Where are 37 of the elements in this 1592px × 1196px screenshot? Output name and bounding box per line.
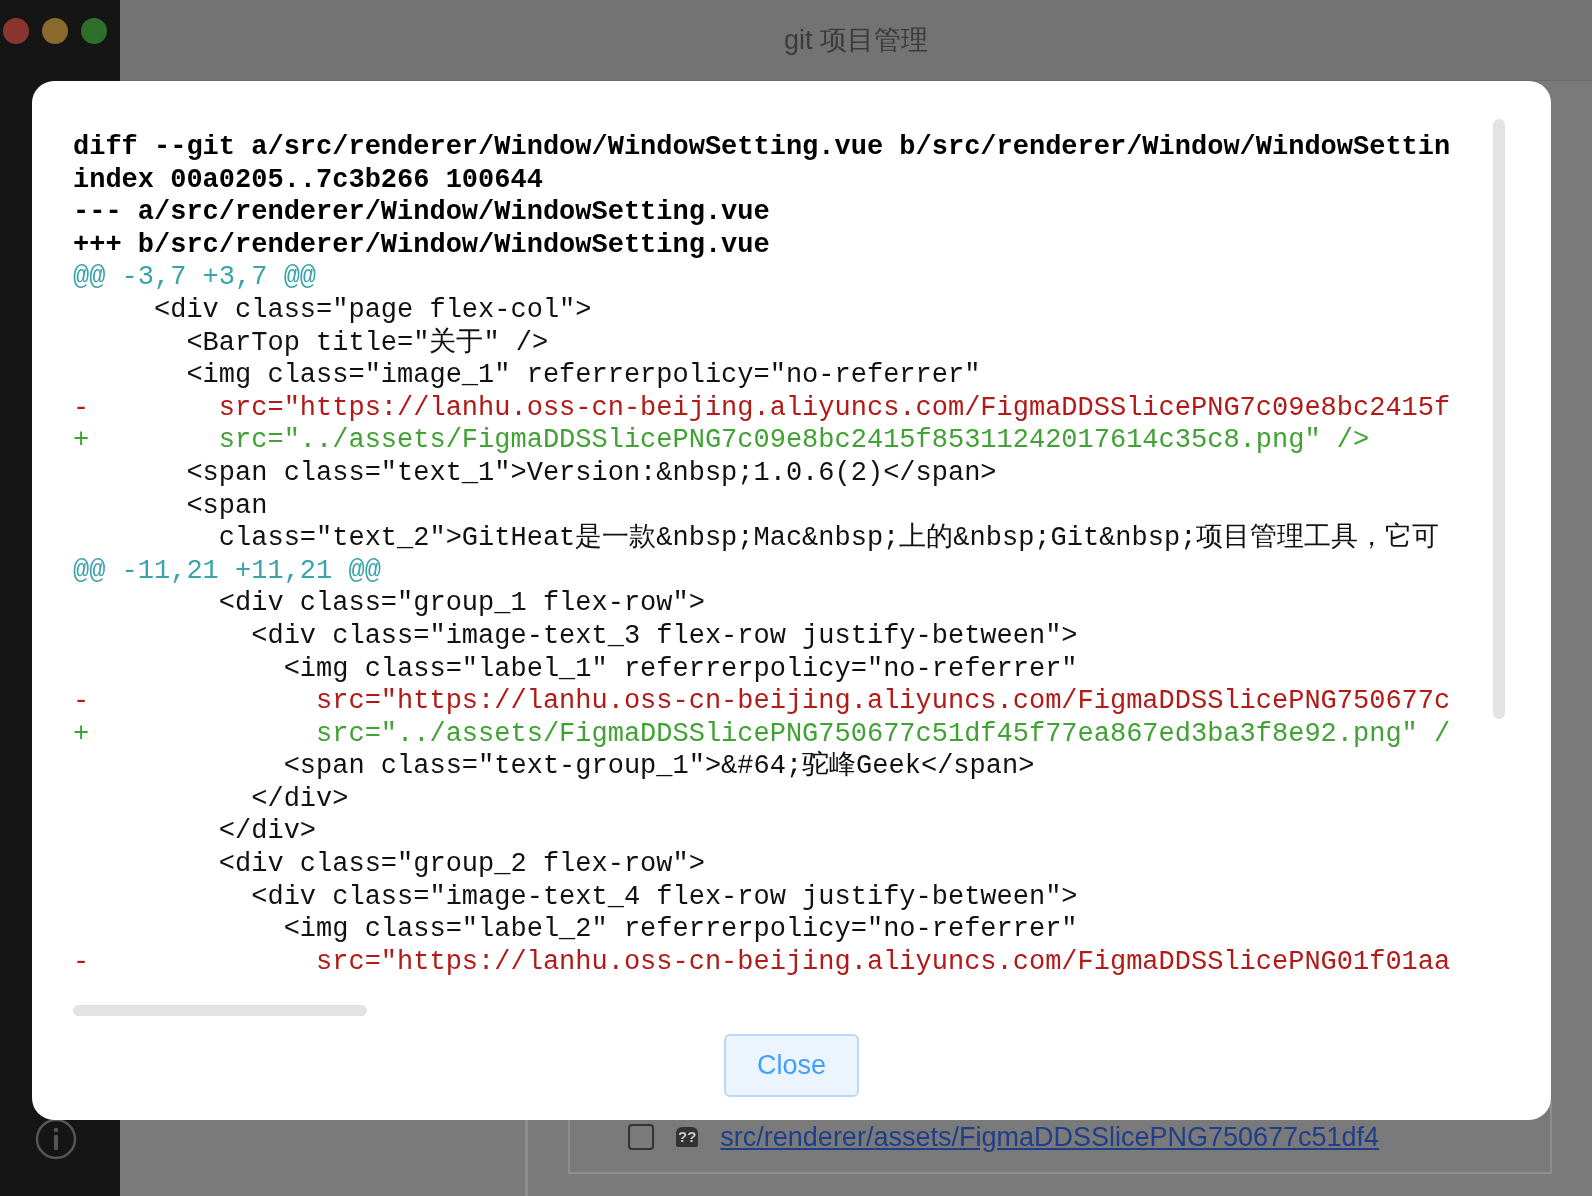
file-status-badge: ?? xyxy=(676,1127,699,1147)
diff-line: <span class="text-group_1">&#64;驼峰Geek</span> xyxy=(282,750,1036,783)
diff-line: <img class="label_1" referrerpolicy="no-referrer" xyxy=(282,652,1079,686)
diff-line: diff --git a/src/renderer/Window/WindowSetting.vue b/src/renderer/Window/WindowSettin xyxy=(73,131,1452,164)
diff-line: <div class="group_1 flex-row"> xyxy=(217,587,706,620)
diff-line: <div class="page flex-col"> xyxy=(153,293,593,327)
diff-line: <div class="group_2 flex-row"> xyxy=(217,848,706,881)
diff-line: </div> xyxy=(217,815,318,849)
diff-line: </div> xyxy=(250,782,350,816)
diff-line: + src="../assets/FigmaDDSSlicePNG750677c51df45f77ea867ed3ba3f8e92.png" / xyxy=(73,717,1452,750)
diff-line: <div class="image-text_3 flex-row justify-between"> xyxy=(250,619,1079,653)
info-icon[interactable] xyxy=(35,1118,77,1160)
file-path-link[interactable]: src/renderer/assets/FigmaDDSSlicePNG750677c51df4 xyxy=(720,1121,1380,1153)
diff-line: --- a/src/renderer/Window/WindowSetting.vue xyxy=(73,196,771,229)
diff-line: <span xyxy=(185,489,269,523)
minimize-window-button[interactable] xyxy=(42,18,68,44)
vertical-scrollbar[interactable] xyxy=(1493,119,1505,719)
diff-line: <span class="text_1">Version:&nbsp;1.0.6(2)</span> xyxy=(185,456,998,490)
window-title: git 项目管理 xyxy=(784,24,928,57)
diff-line: <BarTop title="关于" /> xyxy=(185,326,550,360)
diff-line: <img class="label_2" referrerpolicy="no-referrer" xyxy=(282,913,1079,946)
diff-line: +++ b/src/renderer/Window/WindowSetting.vue xyxy=(73,228,771,262)
diff-line: - src="https://lanhu.oss-cn-beijing.aliyuncs.com/FigmaDDSSlicePNG7c09e8bc2415f xyxy=(73,391,1452,425)
diff-line: + src="../assets/FigmaDDSSlicePNG7c09e8bc2415f85311242017614c35c8.png" /> xyxy=(73,424,1371,457)
close-window-button[interactable] xyxy=(3,18,29,44)
diff-line: @@ -11,21 +11,21 @@ xyxy=(73,554,382,588)
zoom-window-button[interactable] xyxy=(81,18,107,44)
diff-line: class="text_2">GitHeat是一款&nbsp;Mac&nbsp;上的&nbsp;Git&nbsp;项目管理工具，它可 xyxy=(217,522,1441,555)
diff-line: <img class="image_1" referrerpolicy="no-referrer" xyxy=(185,359,982,392)
diff-line: @@ -3,7 +3,7 @@ xyxy=(73,261,318,294)
file-checkbox[interactable] xyxy=(628,1124,654,1150)
diff-line: <div class="image-text_4 flex-row justify-between"> xyxy=(250,880,1079,914)
diff-line: index 00a0205..7c3b266 100644 xyxy=(73,163,544,197)
diff-line: - src="https://lanhu.oss-cn-beijing.aliyuncs.com/FigmaDDSSlicePNG750677c xyxy=(73,685,1452,718)
close-button[interactable]: Close xyxy=(724,1034,859,1097)
horizontal-scrollbar[interactable] xyxy=(73,1005,367,1016)
diff-line: - src="https://lanhu.oss-cn-beijing.aliyuncs.com/FigmaDDSSlicePNG01f01aa xyxy=(73,945,1452,979)
